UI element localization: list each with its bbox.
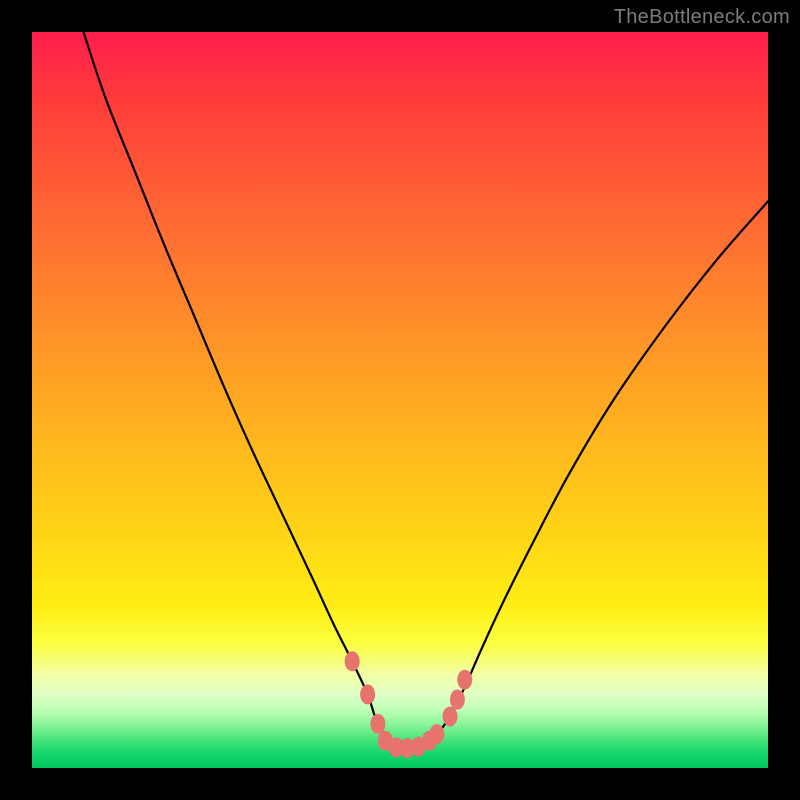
plot-area [32, 32, 768, 768]
curve-svg [32, 32, 768, 768]
curve-marker [360, 684, 375, 704]
curve-marker [457, 670, 472, 690]
curve-marker [370, 714, 385, 734]
watermark-text: TheBottleneck.com [614, 6, 790, 29]
curve-marker [443, 706, 458, 726]
chart-frame: TheBottleneck.com [0, 0, 800, 800]
curve-marker [450, 690, 465, 710]
curve-markers [345, 651, 473, 758]
curve-marker [345, 651, 360, 671]
curve-marker [429, 724, 444, 744]
bottleneck-curve [84, 32, 768, 749]
